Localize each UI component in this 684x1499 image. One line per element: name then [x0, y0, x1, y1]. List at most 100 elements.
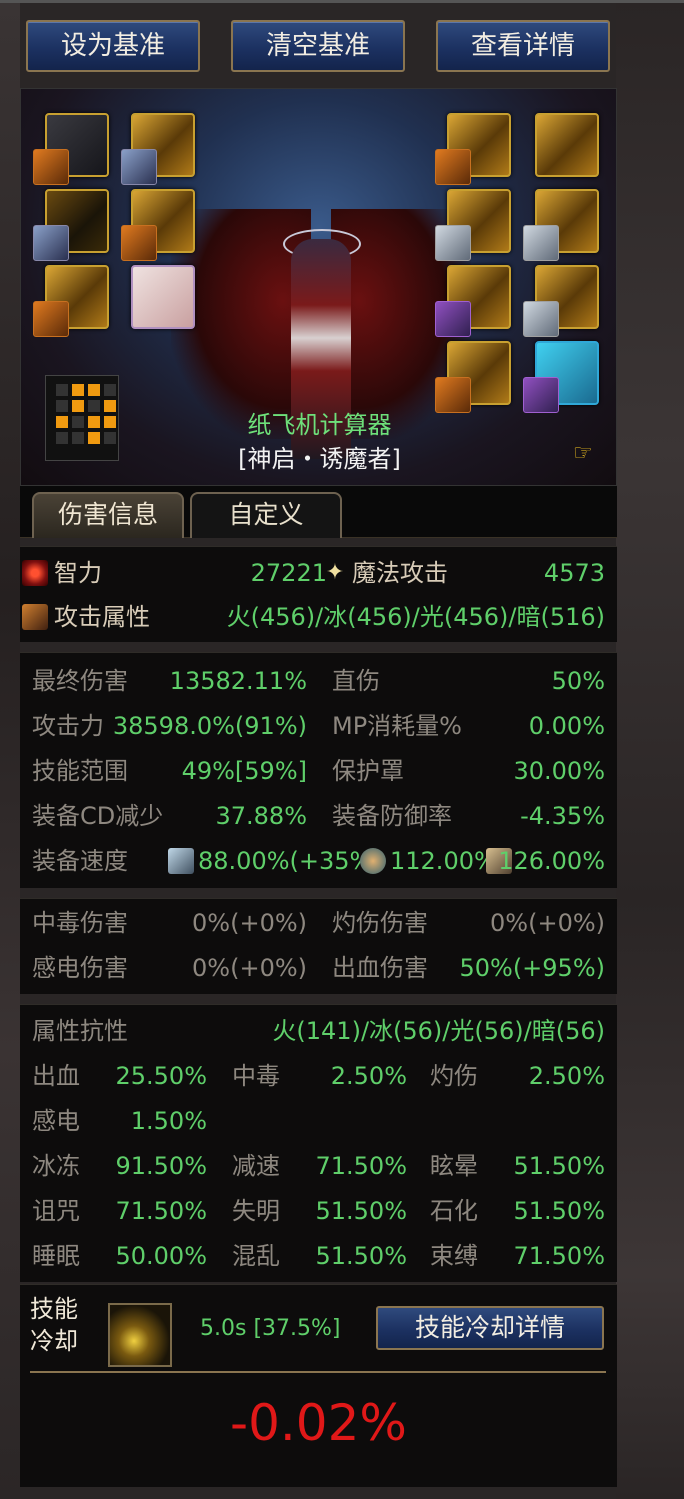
element-attack-icon [22, 604, 48, 630]
def-value: -4.35% [520, 802, 605, 830]
primary-stats-section: 智力 27221 ✦ 魔法攻击 4573 攻击属性 火(456)/冰(456)/… [20, 546, 617, 642]
resist-poison-value: 2.50% [330, 1062, 407, 1090]
poison-label: 中毒伤害 [32, 909, 128, 937]
speed-label: 装备速度 [32, 847, 128, 875]
final-damage-value: 13582.11% [169, 667, 307, 695]
cooldown-label-line1: 技能 [30, 1295, 78, 1323]
skill-cooldown-icon[interactable] [108, 1303, 172, 1367]
cooldown-value: 5.0s [37.5%] [200, 1316, 341, 1341]
mini-emblem-icon[interactable] [435, 149, 471, 185]
direct-value: 50% [551, 667, 605, 695]
attack-speed-icon [168, 848, 194, 874]
mini-emblem-icon[interactable] [523, 301, 559, 337]
dot-section: 中毒伤害 0%(+0%) 灼伤伤害 0%(+0%) 感电伤害 0%(+0%) 出… [20, 898, 617, 994]
cooldown-section: 技能 冷却 5.0s [37.5%] 技能冷却详情 -0.02% [20, 1284, 617, 1487]
resist-petrify-value: 51.50% [513, 1197, 605, 1225]
mini-emblem-icon[interactable] [121, 225, 157, 261]
clear-base-button[interactable]: 清空基准 [231, 20, 405, 72]
shock-label: 感电伤害 [32, 954, 128, 982]
mini-emblem-icon[interactable] [33, 225, 69, 261]
tab-custom[interactable]: 自定义 [190, 492, 342, 538]
resist-row: 出血 25.50% 中毒 2.50% 灼伤 2.50% [20, 1056, 617, 1096]
int-value: 27221 [250, 559, 327, 587]
resist-burn-value: 2.50% [528, 1062, 605, 1090]
equip-necklace-icon[interactable] [535, 113, 599, 177]
tab-damage-info[interactable]: 伤害信息 [32, 492, 184, 538]
range-label: 技能范围 [32, 757, 128, 785]
resist-stun-value: 51.50% [513, 1152, 605, 1180]
mp-label: MP消耗量% [332, 712, 462, 740]
resist-blind-value: 51.50% [315, 1197, 407, 1225]
matk-value: 4573 [543, 559, 605, 587]
equip-pet-icon[interactable] [131, 265, 195, 329]
pointing-hand-icon[interactable]: ☞ [573, 443, 607, 465]
resist-row: 感电 1.50% [20, 1101, 617, 1141]
resist-petrify-label: 石化 [430, 1197, 478, 1225]
int-row: 智力 27221 ✦ 魔法攻击 4573 [20, 553, 617, 593]
background-right [616, 0, 684, 1499]
poison-value: 0%(+0%) [192, 909, 307, 937]
resist-shock-label: 感电 [32, 1107, 80, 1135]
resist-burn-label: 灼伤 [430, 1062, 478, 1090]
dot-row-1: 中毒伤害 0%(+0%) 灼伤伤害 0%(+0%) [20, 903, 617, 943]
damage-stats-section: 最终伤害 13582.11% 直伤 50% 攻击力 38598.0%(91%) … [20, 652, 617, 888]
shield-value: 30.00% [513, 757, 605, 785]
resist-confuse-value: 51.50% [315, 1242, 407, 1270]
cd-row: 装备CD减少 37.88% 装备防御率 -4.35% [20, 796, 617, 836]
resist-curse-value: 71.50% [115, 1197, 207, 1225]
element-value: 火(456)/冰(456)/光(456)/暗(516) [226, 603, 605, 631]
attack-value: 38598.0%(91%) [112, 712, 307, 740]
mini-emblem-icon[interactable] [33, 149, 69, 185]
sparkle-icon: ✦ [325, 560, 345, 585]
def-label: 装备防御率 [332, 802, 452, 830]
resist-curse-label: 诅咒 [32, 1197, 80, 1225]
final-damage-row: 最终伤害 13582.11% 直伤 50% [20, 661, 617, 701]
resist-header-row: 属性抗性 火(141)/冰(56)/光(56)/暗(56) [20, 1011, 617, 1051]
result-value: -0.02% [230, 1394, 407, 1452]
resist-row: 冰冻 91.50% 减速 71.50% 眩晕 51.50% [20, 1146, 617, 1186]
resist-bind-label: 束缚 [430, 1242, 478, 1270]
top-border [0, 0, 684, 3]
mini-emblem-icon[interactable] [523, 225, 559, 261]
resist-freeze-label: 冰冻 [32, 1152, 80, 1180]
cd-label: 装备CD减少 [32, 802, 164, 830]
mini-emblem-icon[interactable] [435, 301, 471, 337]
divider [30, 1371, 606, 1373]
range-value: 49%[59%] [181, 757, 307, 785]
bleed-label: 出血伤害 [332, 954, 428, 982]
resist-sleep-value: 50.00% [115, 1242, 207, 1270]
eye-icon [22, 560, 48, 586]
resist-confuse-label: 混乱 [232, 1242, 280, 1270]
mp-value: 0.00% [528, 712, 605, 740]
attack-label: 攻击力 [32, 712, 104, 740]
cast-speed-icon [360, 848, 386, 874]
character-preview: 纸飞机计算器 [神启・诱魔者] ☞ [20, 88, 617, 486]
view-details-button[interactable]: 查看详情 [436, 20, 610, 72]
character-name: 纸飞机计算器 [247, 411, 392, 439]
mini-emblem-icon[interactable] [121, 149, 157, 185]
cooldown-details-button[interactable]: 技能冷却详情 [376, 1306, 604, 1350]
dot-row-2: 感电伤害 0%(+0%) 出血伤害 50%(+95%) [20, 948, 617, 988]
final-damage-label: 最终伤害 [32, 667, 128, 695]
set-base-button[interactable]: 设为基准 [26, 20, 200, 72]
speed-row: 装备速度 88.00%(+35%) 112.00% 126.00% [20, 841, 617, 881]
mini-emblem-icon[interactable] [435, 225, 471, 261]
shield-label: 保护罩 [332, 757, 404, 785]
resist-stun-label: 眩晕 [430, 1152, 478, 1180]
mini-emblem-icon[interactable] [33, 301, 69, 337]
cd-value: 37.88% [215, 802, 307, 830]
resist-section: 属性抗性 火(141)/冰(56)/光(56)/暗(56) 出血 25.50% … [20, 1004, 617, 1282]
resist-poison-label: 中毒 [232, 1062, 280, 1090]
character-class: [神启・诱魔者] [238, 445, 401, 473]
resist-bind-value: 71.50% [513, 1242, 605, 1270]
resist-value: 火(141)/冰(56)/光(56)/暗(56) [272, 1017, 605, 1045]
resist-slow-value: 71.50% [315, 1152, 407, 1180]
cooldown-label-line2: 冷却 [30, 1327, 78, 1355]
move-speed-value: 126.00% [498, 847, 605, 875]
resist-bleed-value: 25.50% [115, 1062, 207, 1090]
resist-sleep-label: 睡眠 [32, 1242, 80, 1270]
resist-row: 诅咒 71.50% 失明 51.50% 石化 51.50% [20, 1191, 617, 1231]
resist-blind-label: 失明 [232, 1197, 280, 1225]
shock-value: 0%(+0%) [192, 954, 307, 982]
background-left [0, 0, 20, 1499]
